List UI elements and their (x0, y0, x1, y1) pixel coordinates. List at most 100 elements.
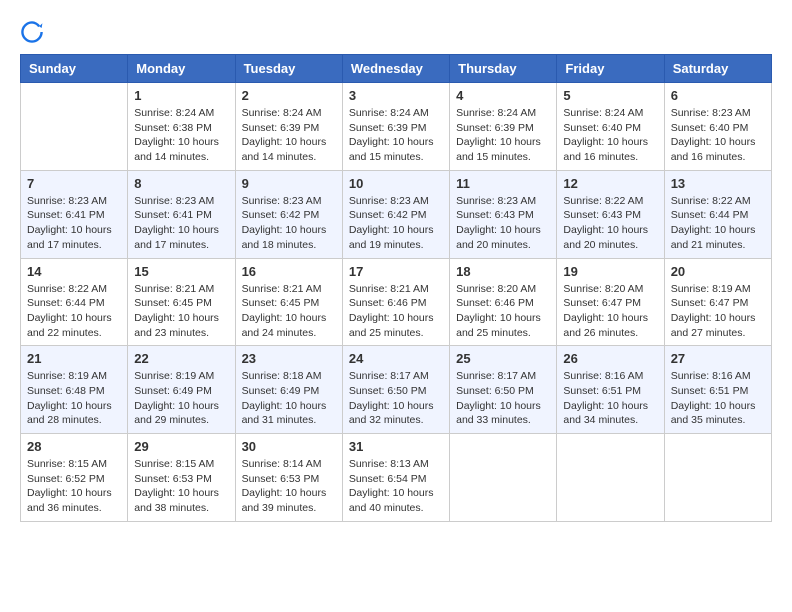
calendar-cell: 6Sunrise: 8:23 AM Sunset: 6:40 PM Daylig… (664, 83, 771, 171)
calendar-cell: 22 Sunrise: 8:19 AM Sunset: 6:49 PM Dayli… (128, 346, 235, 434)
calendar-cell: 24Sunrise: 8:17 AM Sunset: 6:50 PM Dayli… (342, 346, 449, 434)
calendar-cell: 29 Sunrise: 8:15 AM Sunset: 6:53 PM Dayli… (128, 434, 235, 522)
calendar-week-row: 14Sunrise: 8:22 AM Sunset: 6:44 PM Dayli… (21, 258, 772, 346)
day-info: Sunrise: 8:24 AM Sunset: 6:39 PM Dayligh… (456, 106, 550, 165)
day-info: Sunrise: 8:23 AM Sunset: 6:42 PM Dayligh… (242, 194, 336, 253)
day-number: 20 (671, 264, 765, 279)
calendar-cell (557, 434, 664, 522)
day-number: 22 (134, 351, 228, 366)
day-info: Sunrise: 8:15 AM Sunset: 6:52 PM Dayligh… (27, 457, 121, 516)
calendar-header-row: SundayMondayTuesdayWednesdayThursdayFrid… (21, 55, 772, 83)
day-info: Sunrise: 8:17 AM Sunset: 6:50 PM Dayligh… (456, 369, 550, 428)
day-info: Sunrise: 8:20 AM Sunset: 6:47 PM Dayligh… (563, 282, 657, 341)
day-number: 3 (349, 88, 443, 103)
day-info: Sunrise: 8:19 AM Sunset: 6:48 PM Dayligh… (27, 369, 121, 428)
column-header-sunday: Sunday (21, 55, 128, 83)
page-header (20, 20, 772, 44)
day-info: Sunrise: 8:21 AM Sunset: 6:45 PM Dayligh… (134, 282, 228, 341)
column-header-wednesday: Wednesday (342, 55, 449, 83)
calendar-cell: 27 Sunrise: 8:16 AM Sunset: 6:51 PM Dayli… (664, 346, 771, 434)
calendar-cell: 13 Sunrise: 8:22 AM Sunset: 6:44 PM Dayli… (664, 170, 771, 258)
calendar-cell: 12Sunrise: 8:22 AM Sunset: 6:43 PM Dayli… (557, 170, 664, 258)
calendar-cell: 10 Sunrise: 8:23 AM Sunset: 6:42 PM Dayli… (342, 170, 449, 258)
day-info: Sunrise: 8:19 AM Sunset: 6:49 PM Dayligh… (134, 369, 228, 428)
day-info: Sunrise: 8:22 AM Sunset: 6:44 PM Dayligh… (671, 194, 765, 253)
calendar-week-row: 21 Sunrise: 8:19 AM Sunset: 6:48 PM Dayli… (21, 346, 772, 434)
day-number: 16 (242, 264, 336, 279)
day-number: 24 (349, 351, 443, 366)
calendar-cell: 16 Sunrise: 8:21 AM Sunset: 6:45 PM Dayli… (235, 258, 342, 346)
calendar-cell: 7 Sunrise: 8:23 AM Sunset: 6:41 PM Daylig… (21, 170, 128, 258)
calendar-week-row: 1 Sunrise: 8:24 AM Sunset: 6:38 PM Daylig… (21, 83, 772, 171)
day-info: Sunrise: 8:16 AM Sunset: 6:51 PM Dayligh… (563, 369, 657, 428)
day-number: 28 (27, 439, 121, 454)
day-number: 10 (349, 176, 443, 191)
day-number: 21 (27, 351, 121, 366)
day-number: 4 (456, 88, 550, 103)
day-number: 8 (134, 176, 228, 191)
calendar-cell: 11 Sunrise: 8:23 AM Sunset: 6:43 PM Dayli… (450, 170, 557, 258)
calendar-cell (21, 83, 128, 171)
column-header-saturday: Saturday (664, 55, 771, 83)
calendar-cell: 19 Sunrise: 8:20 AM Sunset: 6:47 PM Dayli… (557, 258, 664, 346)
day-info: Sunrise: 8:21 AM Sunset: 6:46 PM Dayligh… (349, 282, 443, 341)
day-number: 11 (456, 176, 550, 191)
day-number: 30 (242, 439, 336, 454)
calendar-cell: 26 Sunrise: 8:16 AM Sunset: 6:51 PM Dayli… (557, 346, 664, 434)
calendar-cell: 1 Sunrise: 8:24 AM Sunset: 6:38 PM Daylig… (128, 83, 235, 171)
logo (20, 20, 48, 44)
calendar-table: SundayMondayTuesdayWednesdayThursdayFrid… (20, 54, 772, 522)
day-number: 7 (27, 176, 121, 191)
day-number: 5 (563, 88, 657, 103)
day-number: 9 (242, 176, 336, 191)
day-info: Sunrise: 8:24 AM Sunset: 6:39 PM Dayligh… (242, 106, 336, 165)
day-info: Sunrise: 8:22 AM Sunset: 6:43 PM Dayligh… (563, 194, 657, 253)
day-info: Sunrise: 8:24 AM Sunset: 6:39 PM Dayligh… (349, 106, 443, 165)
day-info: Sunrise: 8:23 AM Sunset: 6:41 PM Dayligh… (27, 194, 121, 253)
day-info: Sunrise: 8:24 AM Sunset: 6:40 PM Dayligh… (563, 106, 657, 165)
day-number: 17 (349, 264, 443, 279)
day-number: 13 (671, 176, 765, 191)
day-number: 31 (349, 439, 443, 454)
day-info: Sunrise: 8:21 AM Sunset: 6:45 PM Dayligh… (242, 282, 336, 341)
logo-icon (20, 20, 44, 44)
calendar-cell: 18Sunrise: 8:20 AM Sunset: 6:46 PM Dayli… (450, 258, 557, 346)
day-number: 29 (134, 439, 228, 454)
day-number: 2 (242, 88, 336, 103)
column-header-friday: Friday (557, 55, 664, 83)
day-number: 25 (456, 351, 550, 366)
day-info: Sunrise: 8:23 AM Sunset: 6:42 PM Dayligh… (349, 194, 443, 253)
calendar-cell: 14Sunrise: 8:22 AM Sunset: 6:44 PM Dayli… (21, 258, 128, 346)
column-header-tuesday: Tuesday (235, 55, 342, 83)
calendar-cell: 5 Sunrise: 8:24 AM Sunset: 6:40 PM Daylig… (557, 83, 664, 171)
day-info: Sunrise: 8:23 AM Sunset: 6:41 PM Dayligh… (134, 194, 228, 253)
calendar-cell (664, 434, 771, 522)
calendar-cell: 15 Sunrise: 8:21 AM Sunset: 6:45 PM Dayli… (128, 258, 235, 346)
calendar-cell: 8 Sunrise: 8:23 AM Sunset: 6:41 PM Daylig… (128, 170, 235, 258)
column-header-monday: Monday (128, 55, 235, 83)
day-number: 15 (134, 264, 228, 279)
day-number: 26 (563, 351, 657, 366)
calendar-cell: 31 Sunrise: 8:13 AM Sunset: 6:54 PM Dayli… (342, 434, 449, 522)
day-number: 1 (134, 88, 228, 103)
calendar-cell (450, 434, 557, 522)
day-info: Sunrise: 8:15 AM Sunset: 6:53 PM Dayligh… (134, 457, 228, 516)
day-number: 23 (242, 351, 336, 366)
day-info: Sunrise: 8:23 AM Sunset: 6:40 PM Dayligh… (671, 106, 765, 165)
calendar-week-row: 7 Sunrise: 8:23 AM Sunset: 6:41 PM Daylig… (21, 170, 772, 258)
day-info: Sunrise: 8:13 AM Sunset: 6:54 PM Dayligh… (349, 457, 443, 516)
day-number: 19 (563, 264, 657, 279)
calendar-cell: 25 Sunrise: 8:17 AM Sunset: 6:50 PM Dayli… (450, 346, 557, 434)
calendar-cell: 20Sunrise: 8:19 AM Sunset: 6:47 PM Dayli… (664, 258, 771, 346)
day-info: Sunrise: 8:14 AM Sunset: 6:53 PM Dayligh… (242, 457, 336, 516)
day-info: Sunrise: 8:24 AM Sunset: 6:38 PM Dayligh… (134, 106, 228, 165)
calendar-cell: 3 Sunrise: 8:24 AM Sunset: 6:39 PM Daylig… (342, 83, 449, 171)
calendar-cell: 17 Sunrise: 8:21 AM Sunset: 6:46 PM Dayli… (342, 258, 449, 346)
calendar-cell: 2 Sunrise: 8:24 AM Sunset: 6:39 PM Daylig… (235, 83, 342, 171)
calendar-cell: 28 Sunrise: 8:15 AM Sunset: 6:52 PM Dayli… (21, 434, 128, 522)
day-info: Sunrise: 8:16 AM Sunset: 6:51 PM Dayligh… (671, 369, 765, 428)
day-number: 27 (671, 351, 765, 366)
calendar-cell: 30 Sunrise: 8:14 AM Sunset: 6:53 PM Dayli… (235, 434, 342, 522)
calendar-cell: 4 Sunrise: 8:24 AM Sunset: 6:39 PM Daylig… (450, 83, 557, 171)
day-info: Sunrise: 8:23 AM Sunset: 6:43 PM Dayligh… (456, 194, 550, 253)
